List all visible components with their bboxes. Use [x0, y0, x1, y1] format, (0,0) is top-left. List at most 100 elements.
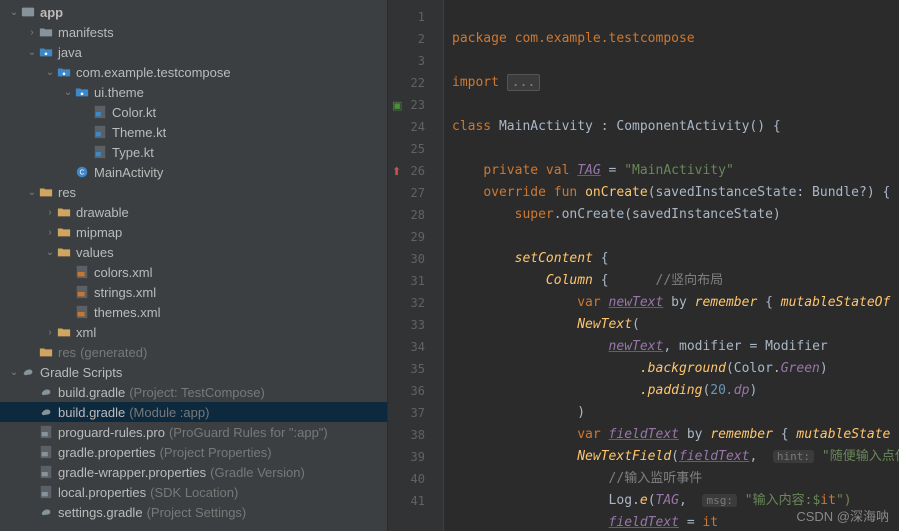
tree-label: Color.kt — [112, 105, 156, 120]
line-number: 25 — [411, 142, 425, 156]
gutter-row[interactable]: 22 — [388, 72, 443, 94]
res-icon — [38, 344, 54, 360]
tree-item-res[interactable]: ⌄ res — [0, 182, 387, 202]
tree-item-ui-theme[interactable]: ⌄ui.theme — [0, 82, 387, 102]
chevron-down-icon[interactable]: ⌄ — [26, 187, 38, 198]
tree-hint: (Project Settings) — [147, 505, 247, 520]
gutter-row[interactable]: 33 — [388, 314, 443, 336]
tree-item-xml[interactable]: › xml — [0, 322, 387, 342]
chevron-right-icon[interactable]: › — [44, 227, 56, 238]
code-area[interactable]: package com.example.testcompose import .… — [444, 0, 899, 531]
tree-item-proguard-rules-pro[interactable]: proguard-rules.pro(ProGuard Rules for ":… — [0, 422, 387, 442]
gradle-icon — [38, 504, 54, 520]
tree-item-build-gradle[interactable]: build.gradle(Project: TestCompose) — [0, 382, 387, 402]
chevron-down-icon[interactable]: ⌄ — [44, 67, 56, 78]
tree-item-color-kt[interactable]: Color.kt — [0, 102, 387, 122]
gutter-row[interactable]: 35 — [388, 358, 443, 380]
line-number: 22 — [411, 76, 425, 90]
chevron-right-icon[interactable]: › — [44, 327, 56, 338]
props-icon — [38, 424, 54, 440]
tree-item-values[interactable]: ⌄ values — [0, 242, 387, 262]
gutter: 1 2 3 22 ▣2324 25 ⬆ 26 2728293031323334 35 3637383… — [388, 0, 444, 531]
props-icon — [38, 464, 54, 480]
gutter-row[interactable]: 37 — [388, 402, 443, 424]
tree-label: colors.xml — [94, 265, 153, 280]
kt-icon — [92, 124, 108, 140]
gutter-row[interactable]: 24 — [388, 116, 443, 138]
chevron-down-icon[interactable]: ⌄ — [8, 7, 20, 18]
tree-item-gradle-properties[interactable]: gradle.properties(Project Properties) — [0, 442, 387, 462]
gutter-row[interactable]: 32 — [388, 292, 443, 314]
gutter-row[interactable]: ▣23 — [388, 94, 443, 116]
tree-label: xml — [76, 325, 96, 340]
tree-item-drawable[interactable]: ›drawable — [0, 202, 387, 222]
tree-item-settings-gradle[interactable]: settings.gradle (Project Settings) — [0, 502, 387, 522]
gutter-row[interactable]: ⬆ 26 — [388, 160, 443, 182]
pkg-icon — [56, 64, 72, 80]
tree-item-manifests[interactable]: › manifests — [0, 22, 387, 42]
gutter-row[interactable]: 41 — [388, 490, 443, 512]
chevron-right-icon[interactable]: › — [26, 27, 38, 38]
gutter-row[interactable]: 39 — [388, 446, 443, 468]
gutter-row[interactable]: 3 — [388, 50, 443, 72]
tree-item-com-example-testcompose[interactable]: ⌄com.example.testcompose — [0, 62, 387, 82]
chevron-down-icon[interactable]: ⌄ — [62, 87, 74, 98]
tree-item-gradle-scripts[interactable]: ⌄ Gradle Scripts — [0, 362, 387, 382]
tree-item-strings-xml[interactable]: strings.xml — [0, 282, 387, 302]
tree-label: build.gradle — [58, 385, 125, 400]
tree-label: Gradle Scripts — [40, 365, 122, 380]
tree-item-gradle-wrapper-properties[interactable]: gradle-wrapper.properties(Gradle Version… — [0, 462, 387, 482]
tree-item-app[interactable]: ⌄app — [0, 2, 387, 22]
tree-item-java[interactable]: ⌄ java — [0, 42, 387, 62]
res-icon — [56, 224, 72, 240]
line-number: 26 — [411, 164, 425, 178]
fold-region[interactable]: ... — [507, 74, 540, 91]
gutter-row[interactable]: 31 — [388, 270, 443, 292]
res-icon — [56, 204, 72, 220]
tree-label: themes.xml — [94, 305, 160, 320]
code-token: import — [452, 75, 499, 90]
chevron-down-icon[interactable]: ⌄ — [26, 47, 38, 58]
kt-icon — [92, 104, 108, 120]
tree-label: settings.gradle — [58, 505, 143, 520]
chevron-down-icon[interactable]: ⌄ — [44, 247, 56, 258]
tree-label: java — [58, 45, 82, 60]
res-icon — [38, 184, 54, 200]
line-number: 2 — [418, 32, 425, 46]
tree-label: manifests — [58, 25, 114, 40]
tree-label: gradle-wrapper.properties — [58, 465, 206, 480]
gutter-row[interactable]: 36 — [388, 380, 443, 402]
tree-item-local-properties[interactable]: local.properties(SDK Location) — [0, 482, 387, 502]
gutter-row[interactable]: 28 — [388, 204, 443, 226]
gutter-row[interactable]: 29 — [388, 226, 443, 248]
compose-icon[interactable]: ▣ — [392, 99, 402, 112]
tree-label: values — [76, 245, 114, 260]
gutter-row[interactable]: 38 — [388, 424, 443, 446]
gutter-row[interactable]: 25 — [388, 138, 443, 160]
tree-item-colors-xml[interactable]: colors.xml — [0, 262, 387, 282]
gutter-row[interactable]: 30 — [388, 248, 443, 270]
tree-item-res[interactable]: res(generated) — [0, 342, 387, 362]
tree-label: res — [58, 185, 76, 200]
mod-icon — [20, 4, 36, 20]
gradle-icon — [38, 384, 54, 400]
tree-item-mipmap[interactable]: ›mipmap — [0, 222, 387, 242]
tree-item-type-kt[interactable]: Type.kt — [0, 142, 387, 162]
gutter-row[interactable]: 40 — [388, 468, 443, 490]
tree-item-theme-kt[interactable]: Theme.kt — [0, 122, 387, 142]
tree-item-build-gradle[interactable]: build.gradle(Module :app) — [0, 402, 387, 422]
pkg-icon — [38, 44, 54, 60]
code-editor[interactable]: 1 2 3 22 ▣2324 25 ⬆ 26 2728293031323334 35 3637383… — [388, 0, 899, 531]
line-number: 35 — [411, 362, 425, 376]
chevron-down-icon[interactable]: ⌄ — [8, 367, 20, 378]
xml-icon — [74, 304, 90, 320]
gutter-row[interactable]: 34 — [388, 336, 443, 358]
gutter-row[interactable]: 1 — [388, 6, 443, 28]
tree-item-mainactivity[interactable]: CMainActivity — [0, 162, 387, 182]
chevron-right-icon[interactable]: › — [44, 207, 56, 218]
override-icon[interactable]: ⬆ — [392, 165, 401, 178]
tree-item-themes-xml[interactable]: themes.xml — [0, 302, 387, 322]
project-tree[interactable]: ⌄app›manifests⌄java⌄com.example.testcomp… — [0, 0, 388, 531]
gutter-row[interactable]: 2 — [388, 28, 443, 50]
gutter-row[interactable]: 27 — [388, 182, 443, 204]
